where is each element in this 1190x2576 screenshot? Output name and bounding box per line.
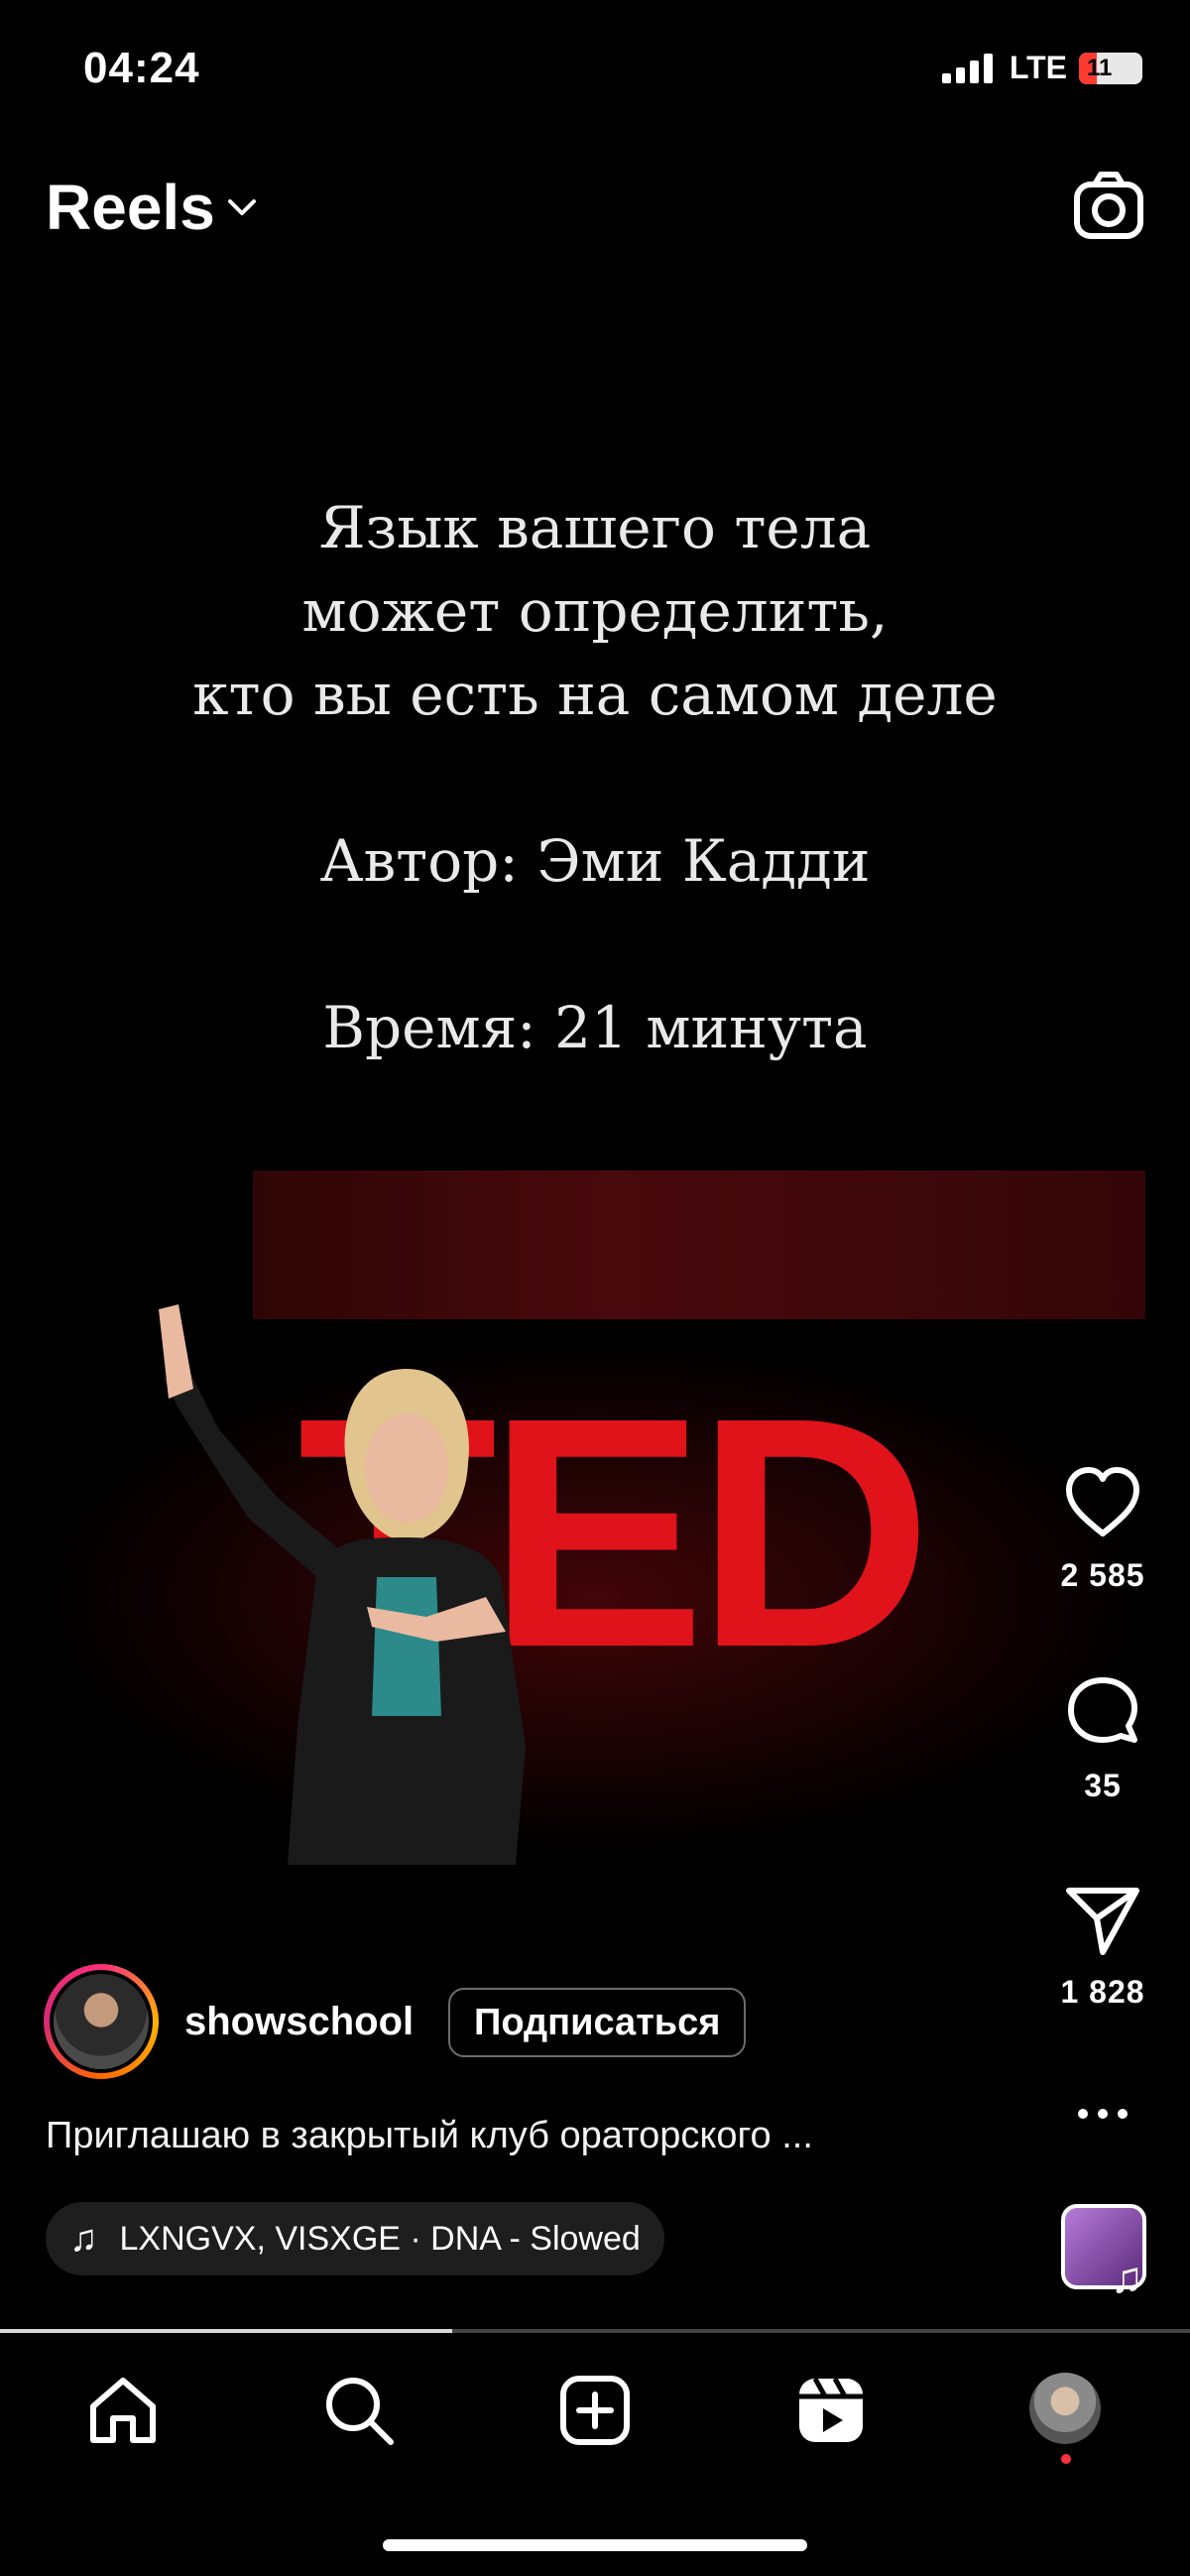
- speaker-figure: [159, 1304, 526, 1865]
- battery-icon: 11: [1079, 52, 1142, 84]
- video-duration: Время: 21 минута: [322, 994, 868, 1061]
- like-count: 2 585: [1060, 1557, 1145, 1593]
- home-indicator[interactable]: [383, 2539, 807, 2551]
- video-title-line-3: кто вы есть на самом деле: [192, 661, 998, 728]
- music-note-icon: ♫: [69, 2217, 98, 2260]
- video-author: Автор: Эми Кадди: [319, 827, 871, 895]
- network-type: LTE: [1009, 50, 1067, 85]
- like-button[interactable]: 2 585: [1051, 1464, 1154, 1594]
- audio-track[interactable]: ♫ LXNGVX, VISXGE · DNA - Slowed: [46, 2202, 664, 2275]
- share-count: 1 828: [1060, 1974, 1145, 2010]
- comment-count: 35: [1084, 1768, 1122, 1803]
- home-icon: [90, 2378, 156, 2443]
- nav-create[interactable]: [555, 2371, 635, 2450]
- signal-icon: [941, 53, 993, 83]
- comment-button[interactable]: 35: [1051, 1674, 1154, 1804]
- notification-dot: [1061, 2454, 1071, 2464]
- reels-menu[interactable]: Reels: [46, 171, 257, 244]
- send-icon: [1066, 1888, 1139, 1955]
- heart-icon: [1066, 1467, 1139, 1536]
- video-title-line-2: может определить,: [301, 577, 889, 645]
- author-avatar[interactable]: [44, 1964, 159, 2079]
- nav-profile-avatar[interactable]: [1029, 2373, 1101, 2444]
- share-button[interactable]: 1 828: [1051, 1881, 1154, 2011]
- status-time: 04:24: [83, 44, 200, 92]
- post-caption[interactable]: Приглашаю в закрытый клуб ораторского ..…: [46, 2115, 813, 2157]
- search-icon: [326, 2378, 394, 2445]
- music-note-icon: ♫: [1111, 2254, 1143, 2302]
- create-icon: [560, 2376, 630, 2445]
- audio-track-label: LXNGVX, VISXGE · DNA - Slowed: [119, 2219, 641, 2258]
- nav-search[interactable]: [319, 2371, 399, 2450]
- nav-reels[interactable]: [791, 2371, 871, 2450]
- author-username[interactable]: showschool: [184, 2000, 414, 2044]
- battery-level: 11: [1087, 54, 1113, 81]
- page-title: Reels: [46, 172, 215, 243]
- chevron-down-icon: [227, 199, 256, 215]
- more-options-icon[interactable]: [1073, 2099, 1132, 2129]
- status-icons: LTE 11: [941, 50, 1142, 86]
- follow-button[interactable]: Подписаться: [448, 1988, 747, 2057]
- nav-home[interactable]: [83, 2371, 163, 2450]
- video-title-line-1: Язык вашего тела: [318, 494, 872, 561]
- camera-icon[interactable]: [1073, 171, 1144, 242]
- reels-icon: [799, 2377, 863, 2442]
- comment-icon: [1068, 1677, 1137, 1743]
